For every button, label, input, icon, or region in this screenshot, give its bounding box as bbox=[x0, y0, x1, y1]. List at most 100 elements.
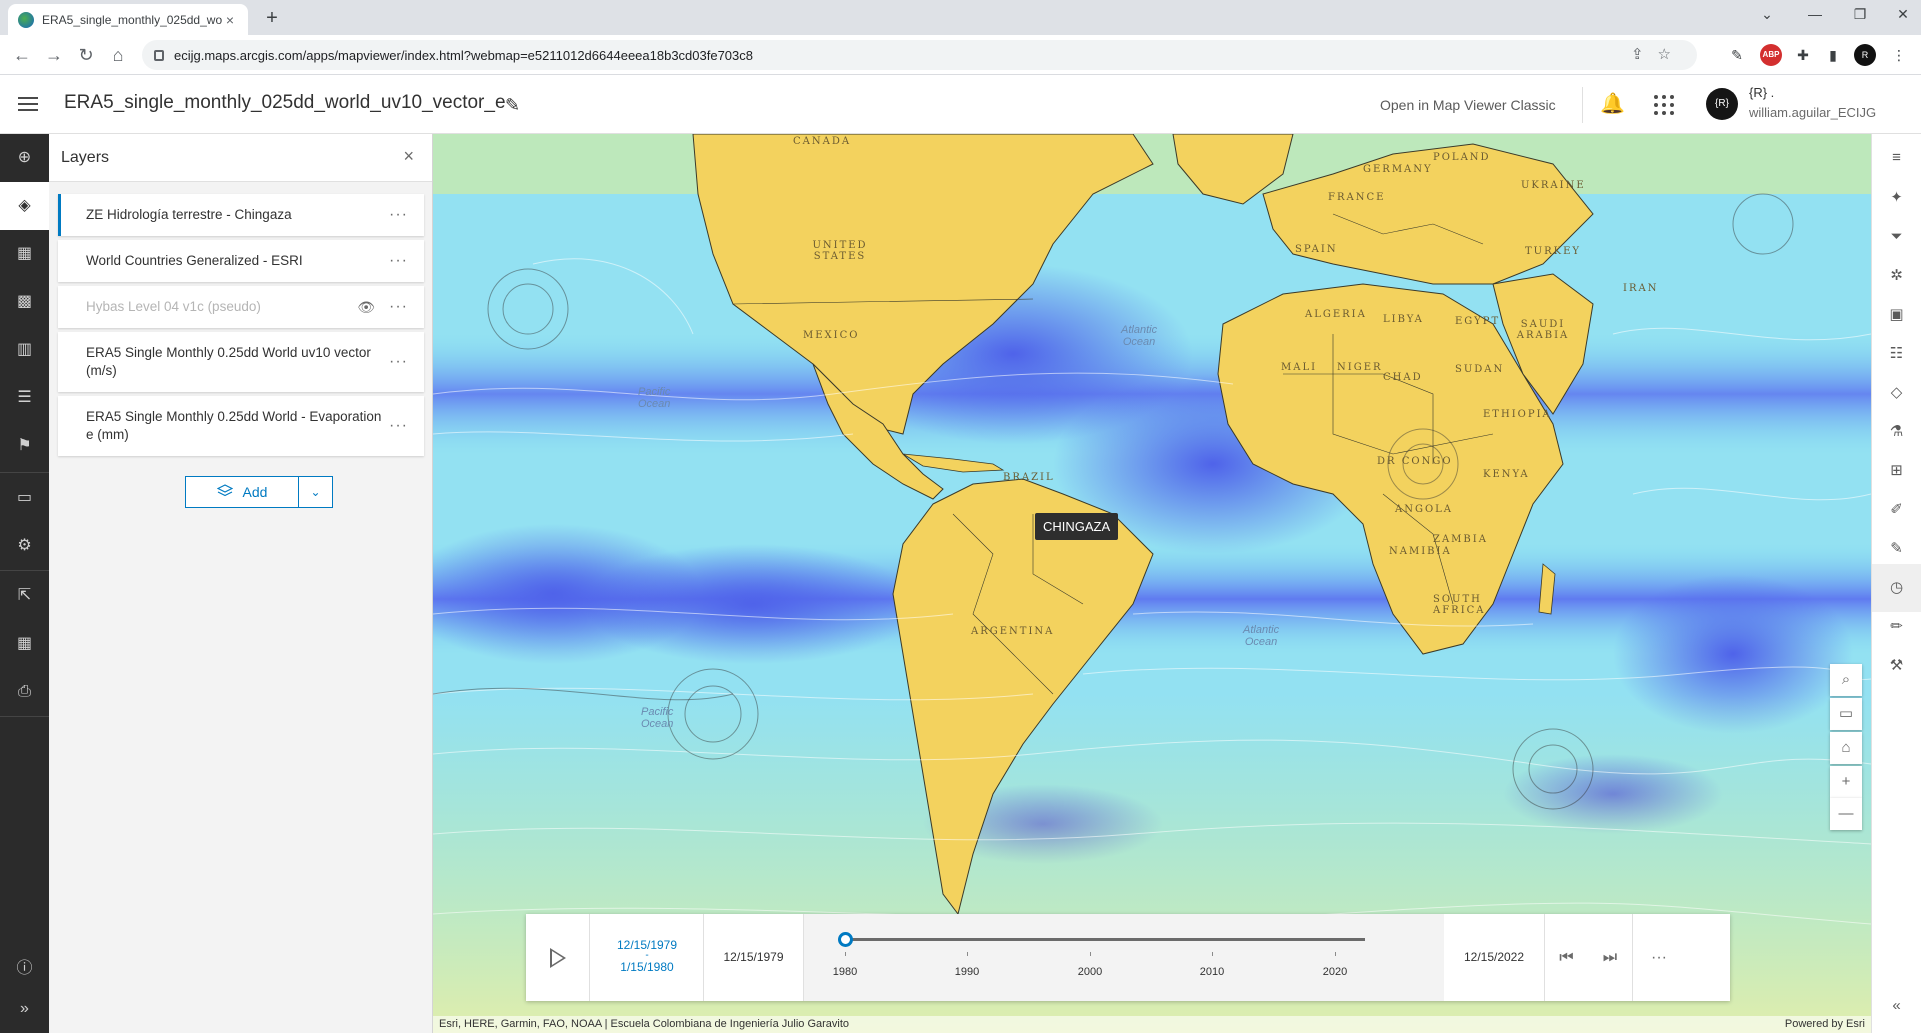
country-label: SPAIN bbox=[1295, 244, 1338, 255]
share-bookmark-icons[interactable]: ⇪☆ bbox=[1631, 45, 1685, 63]
map-canvas[interactable] bbox=[433, 134, 1871, 1033]
country-label: KENYA bbox=[1483, 469, 1530, 480]
adblock-icon[interactable]: ABP bbox=[1760, 44, 1782, 66]
layer-options-icon[interactable]: ··· bbox=[389, 298, 408, 316]
country-label: ETHIOPIA bbox=[1483, 409, 1552, 420]
profile-icon[interactable]: R bbox=[1854, 44, 1876, 66]
tools-icon[interactable]: ⚒ bbox=[1872, 642, 1921, 690]
ocean-label-line: Ocean bbox=[1244, 636, 1278, 648]
layer-options-icon[interactable]: ··· bbox=[389, 353, 408, 371]
country-label: SUDAN bbox=[1455, 364, 1505, 375]
layer-name: ERA5 Single Monthly 0.25dd World - Evapo… bbox=[86, 409, 382, 442]
layer-item[interactable]: ZE Hidrología terrestre - Chingaza ··· bbox=[58, 194, 424, 236]
menu-icon[interactable] bbox=[18, 97, 38, 111]
extension-pen-icon[interactable]: ✎ bbox=[1726, 44, 1748, 66]
country-label: IRAN bbox=[1623, 283, 1659, 294]
country-label: NAMIBIA bbox=[1389, 546, 1452, 557]
tab-close-icon[interactable]: × bbox=[222, 12, 238, 28]
edit-title-icon[interactable]: ✎ bbox=[505, 95, 520, 116]
time-slider-thumb[interactable] bbox=[838, 932, 853, 947]
minimize-icon[interactable]: — bbox=[1800, 6, 1830, 22]
extensions-puzzle-icon[interactable]: ✚ bbox=[1792, 44, 1814, 66]
time-min-date: 12/15/1979 bbox=[704, 914, 804, 1001]
browser-menu-icon[interactable]: ⋮ bbox=[1888, 44, 1910, 66]
browser-tab[interactable]: ERA5_single_monthly_025dd_wo × bbox=[8, 4, 248, 35]
tab-search-icon[interactable]: ⌄ bbox=[1752, 6, 1782, 23]
app-header: ERA5_single_monthly_025dd_world_uv10_vec… bbox=[0, 75, 1921, 134]
layer-options-icon[interactable]: ··· bbox=[389, 206, 408, 224]
layer-item[interactable]: Hybas Level 04 v1c (pseudo) 👁 ··· bbox=[58, 286, 424, 328]
country-label: UKRAINE bbox=[1521, 180, 1586, 191]
country-label: SAUDI ARABIA bbox=[1516, 319, 1570, 341]
search-icon[interactable]: ⌕ bbox=[1830, 664, 1862, 696]
add-dropdown-button[interactable]: ⌄ bbox=[299, 476, 333, 508]
time-slider-track-area[interactable]: 1980 1990 2000 2010 2020 bbox=[804, 914, 1444, 1001]
map-properties-icon[interactable]: ▭ bbox=[0, 474, 49, 522]
reload-icon[interactable]: ↻ bbox=[74, 43, 98, 67]
add-button[interactable]: Add bbox=[185, 476, 299, 508]
expand-icon[interactable]: » bbox=[0, 985, 49, 1033]
layer-list: ZE Hidrología terrestre - Chingaza ··· W… bbox=[58, 194, 424, 460]
user-avatar[interactable]: {R} bbox=[1706, 88, 1738, 120]
screen-icon[interactable]: ▭ bbox=[1830, 698, 1862, 730]
left-bar-divider bbox=[0, 570, 49, 571]
home-icon[interactable]: ⌂ bbox=[106, 43, 130, 67]
ocean-label-line: Ocean bbox=[638, 398, 671, 410]
basemap-icon[interactable]: ▩ bbox=[0, 278, 49, 326]
zoom-out-button[interactable]: — bbox=[1830, 798, 1862, 830]
forward-icon[interactable]: → bbox=[42, 43, 66, 67]
notifications-bell-icon[interactable]: 🔔 bbox=[1600, 91, 1625, 116]
zoom-in-button[interactable]: + bbox=[1830, 766, 1862, 798]
time-slider-track[interactable] bbox=[845, 938, 1365, 941]
play-button[interactable] bbox=[526, 914, 590, 1001]
home-extent-icon[interactable]: ⌂ bbox=[1830, 732, 1862, 764]
browser-toolbar: ← → ↻ ⌂ ecijg.maps.arcgis.com/apps/mapvi… bbox=[0, 35, 1921, 75]
powered-by-esri[interactable]: Powered by Esri bbox=[1785, 1016, 1865, 1033]
layer-options-icon[interactable]: ··· bbox=[389, 417, 408, 435]
create-app-icon[interactable]: ▦ bbox=[0, 620, 49, 668]
address-bar[interactable]: ecijg.maps.arcgis.com/apps/mapviewer/ind… bbox=[142, 40, 1697, 70]
charts-icon[interactable]: ▥ bbox=[0, 326, 49, 374]
time-options-icon[interactable]: ··· bbox=[1632, 914, 1685, 1001]
window-close-icon[interactable]: ✕ bbox=[1888, 6, 1918, 23]
restore-icon[interactable]: ❐ bbox=[1845, 6, 1875, 23]
open-classic-link[interactable]: Open in Map Viewer Classic bbox=[1380, 97, 1556, 113]
time-tick-label: 2000 bbox=[1077, 966, 1103, 978]
add-layer-icon[interactable]: ⊕ bbox=[0, 134, 49, 182]
add-layers-icon bbox=[216, 483, 233, 501]
settings-icon[interactable]: ⚙ bbox=[0, 522, 49, 570]
next-step-icon[interactable]: ⏭ bbox=[1588, 914, 1632, 1001]
back-icon[interactable]: ← bbox=[10, 43, 34, 67]
layer-item[interactable]: ERA5 Single Monthly 0.25dd World - Evapo… bbox=[58, 396, 424, 456]
country-label: ANGOLA bbox=[1395, 504, 1454, 515]
new-tab-button[interactable]: + bbox=[260, 6, 284, 30]
user-name[interactable]: william.aguilar_ECIJG bbox=[1749, 105, 1876, 120]
map-view[interactable]: Atlantic Ocean Pacific Ocean Atlantic Oc… bbox=[433, 134, 1871, 1033]
app-launcher-icon[interactable] bbox=[1654, 95, 1674, 115]
layer-item[interactable]: ERA5 Single Monthly 0.25dd World uv10 ve… bbox=[58, 332, 424, 392]
tab-title: ERA5_single_monthly_025dd_wo bbox=[42, 12, 222, 27]
layer-options-icon[interactable]: ··· bbox=[389, 252, 408, 270]
ocean-label-atlantic-north: Atlantic Ocean bbox=[1121, 324, 1157, 348]
country-label: FRANCE bbox=[1328, 192, 1386, 203]
tables-icon[interactable]: ▦ bbox=[0, 230, 49, 278]
layers-panel-title: Layers bbox=[61, 149, 110, 166]
ocean-label-atlantic-south: Atlantic Ocean bbox=[1243, 624, 1279, 648]
browser-tabstrip: ERA5_single_monthly_025dd_wo × + ⌄ — ❐ ✕ bbox=[0, 0, 1921, 35]
layers-icon[interactable]: ◈ bbox=[0, 182, 49, 230]
country-label: TURKEY bbox=[1525, 246, 1581, 257]
legend-icon[interactable]: ☰ bbox=[0, 374, 49, 422]
layer-name: ZE Hidrología terrestre - Chingaza bbox=[86, 207, 292, 222]
visibility-eye-icon[interactable]: 👁 bbox=[357, 298, 375, 316]
layer-item[interactable]: World Countries Generalized - ESRI ··· bbox=[58, 240, 424, 282]
print-icon[interactable]: ⎙ bbox=[0, 668, 49, 716]
country-label: EGYPT bbox=[1455, 316, 1501, 327]
collapse-icon[interactable]: « bbox=[1872, 982, 1921, 1030]
bookmarks-icon[interactable]: ⚑ bbox=[0, 422, 49, 470]
share-icon[interactable]: ⇱ bbox=[0, 572, 49, 620]
close-panel-icon[interactable]: × bbox=[403, 146, 414, 167]
previous-step-icon[interactable]: ⏮ bbox=[1544, 914, 1588, 1001]
time-max-date: 12/15/2022 bbox=[1463, 950, 1525, 964]
url-text: ecijg.maps.arcgis.com/apps/mapviewer/ind… bbox=[174, 47, 754, 63]
sidepanel-icon[interactable]: ▮ bbox=[1822, 44, 1844, 66]
